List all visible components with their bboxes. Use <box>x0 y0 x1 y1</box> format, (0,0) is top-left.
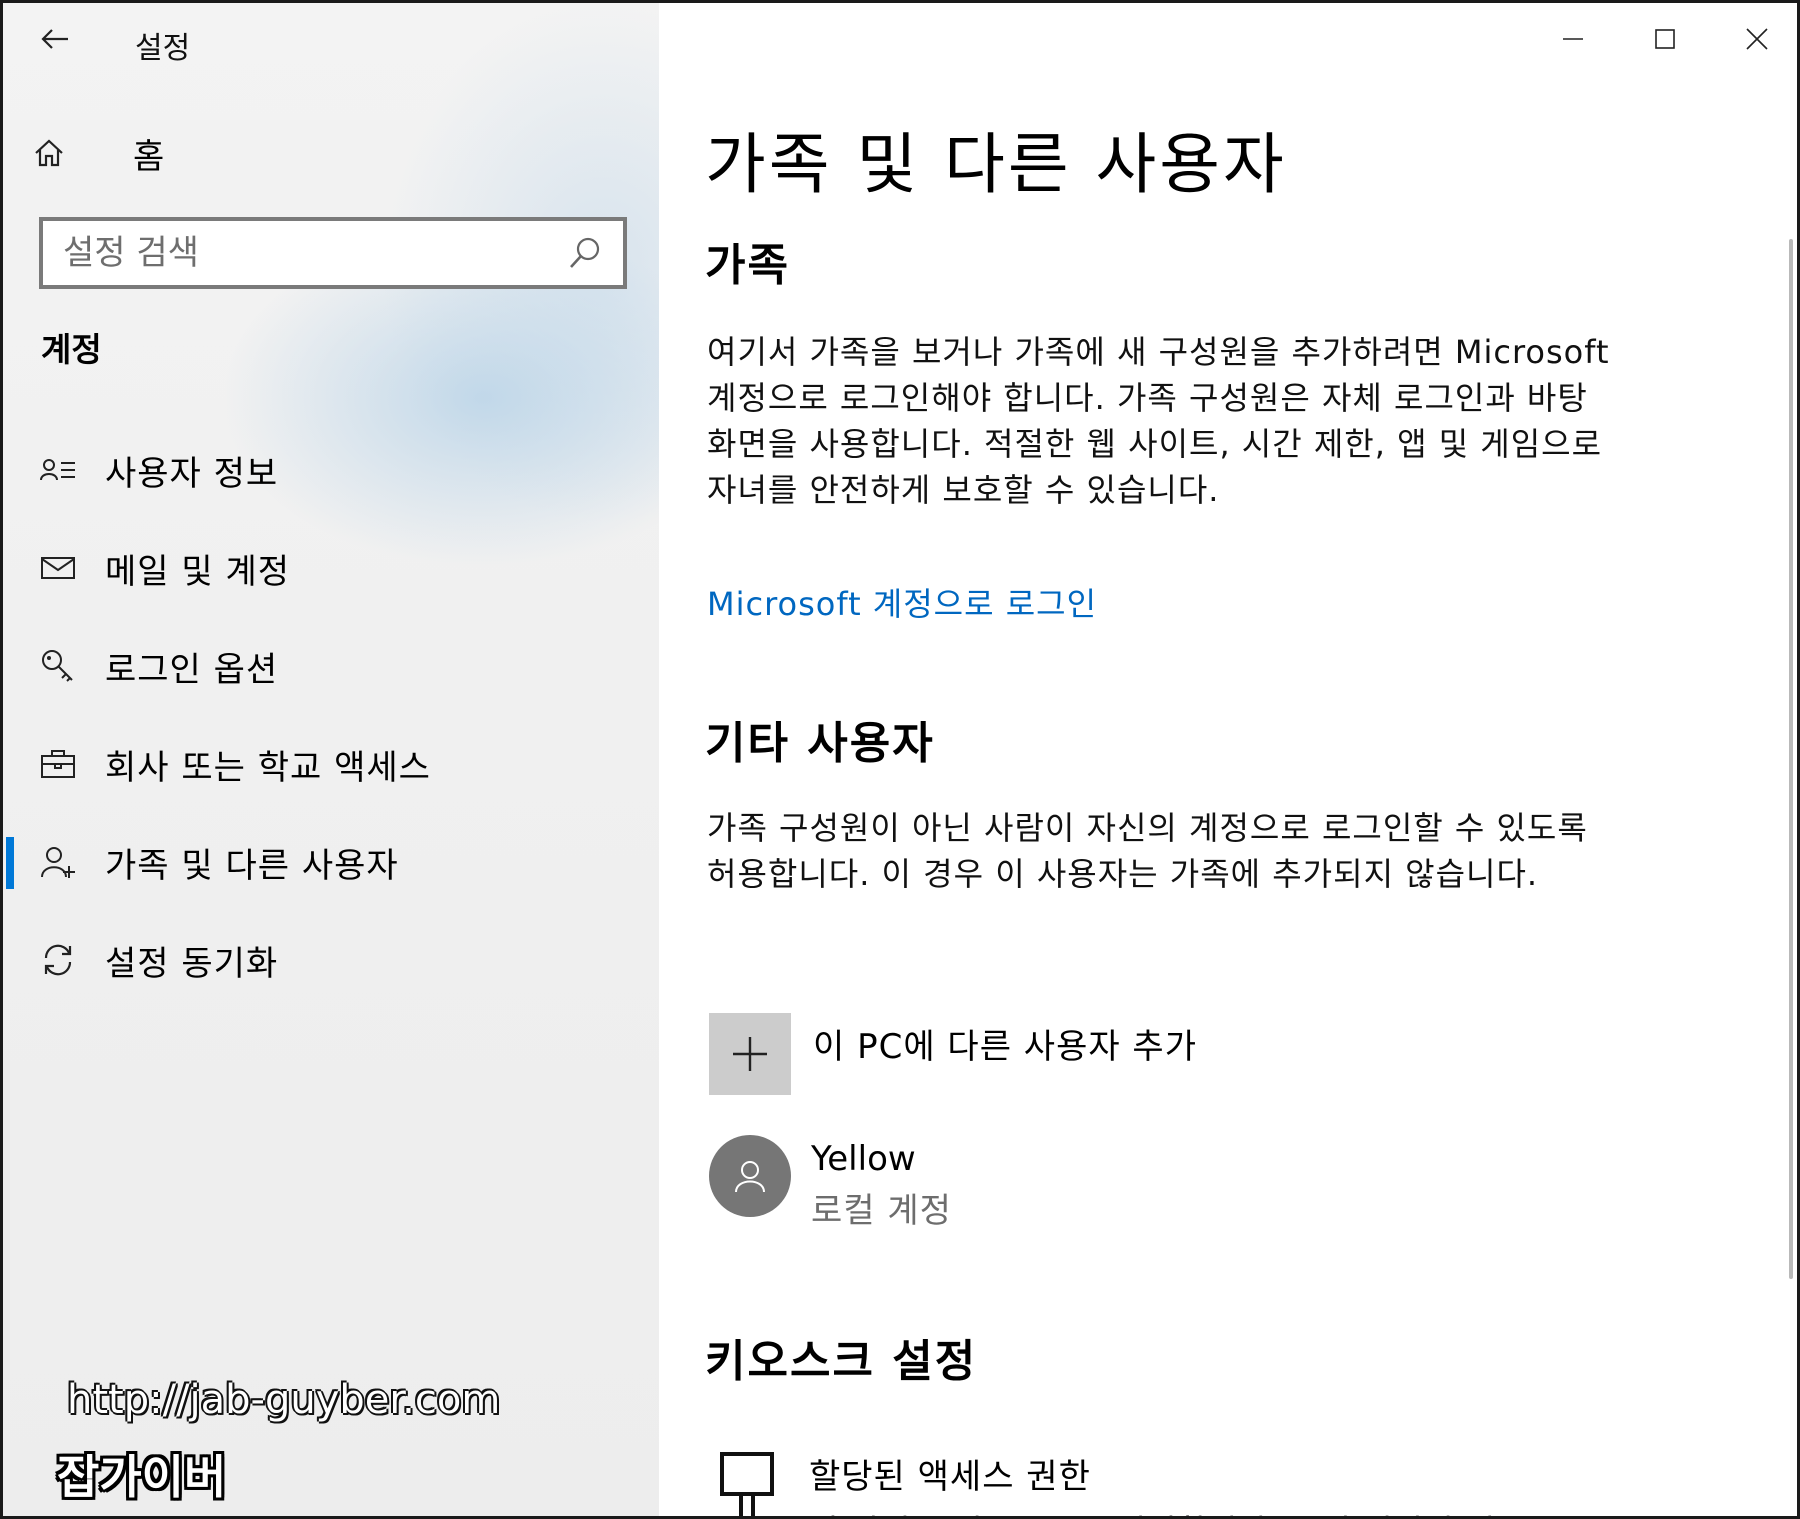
watermark-url: http://jab-guyber.com <box>67 1377 501 1423</box>
kiosk-text: 할당된 액세스 권한 이 장치를 키오스크로 설정합니다. 특히 디지털 서 <box>809 1449 1496 1516</box>
sidebar-item-sync-settings[interactable]: 설정 동기화 <box>3 911 659 1009</box>
microsoft-sign-in-link[interactable]: Microsoft 계정으로 로그인 <box>707 579 1097 625</box>
sidebar-item-user-info[interactable]: 사용자 정보 <box>3 421 659 519</box>
kiosk-description: 이 장치를 키오스크로 설정합니다. 특히 디지털 서 <box>809 1506 1496 1516</box>
sidebar: 설정 홈 계정 <box>3 3 659 1516</box>
add-person-icon <box>39 843 77 881</box>
user-entry-yellow[interactable]: Yellow 로컬 계정 <box>709 1135 952 1232</box>
search-input[interactable] <box>63 233 567 273</box>
user-account-type: 로컬 계정 <box>811 1191 952 1231</box>
minimize-button[interactable] <box>1527 3 1619 75</box>
sidebar-nav: 사용자 정보 메일 및 계정 로그인 옵션 회사 또는 학교 액세스 가족 및 … <box>3 421 659 1009</box>
person-icon <box>735 1161 765 1193</box>
window-controls <box>1527 3 1797 75</box>
family-heading: 가족 <box>705 240 790 291</box>
back-arrow-icon <box>41 29 68 49</box>
user-text: Yellow 로컬 계정 <box>811 1139 952 1232</box>
maximize-icon <box>1655 29 1675 49</box>
add-tile <box>709 1013 791 1095</box>
main-content: 가족 및 다른 사용자 가족 여기서 가족을 보거나 가족에 새 구성원을 추가… <box>659 3 1797 1516</box>
avatar <box>709 1135 791 1217</box>
minimize-icon <box>1563 38 1583 40</box>
key-icon <box>39 647 77 685</box>
sidebar-item-family-other-users[interactable]: 가족 및 다른 사용자 <box>3 813 659 911</box>
kiosk-title: 할당된 액세스 권한 <box>809 1457 1091 1497</box>
sync-icon <box>39 941 77 979</box>
search-icon[interactable] <box>567 235 603 271</box>
home-icon <box>33 133 81 173</box>
other-users-heading: 기타 사용자 <box>705 718 935 769</box>
settings-window: 설정 홈 계정 <box>0 0 1800 1519</box>
maximize-button[interactable] <box>1619 3 1711 75</box>
page-title: 가족 및 다른 사용자 <box>705 126 1287 203</box>
mail-icon <box>39 549 77 587</box>
kiosk-icon <box>720 1452 774 1516</box>
sidebar-item-label: 메일 및 계정 <box>105 551 291 592</box>
home-label: 홈 <box>133 136 165 177</box>
sidebar-item-label: 로그인 옵션 <box>105 649 279 690</box>
search-box[interactable] <box>39 217 627 289</box>
section-header-accounts: 계정 <box>41 330 102 369</box>
sidebar-item-work-school[interactable]: 회사 또는 학교 액세스 <box>3 715 659 813</box>
family-description: 여기서 가족을 보거나 가족에 새 구성원을 추가하려면 Microsoft 계… <box>707 333 1610 509</box>
watermark-brand: 잡가이버 <box>57 1450 227 1504</box>
plus-icon <box>733 1037 767 1071</box>
sidebar-item-label: 가족 및 다른 사용자 <box>105 845 399 886</box>
app-title: 설정 <box>135 31 191 66</box>
user-name: Yellow <box>811 1139 916 1179</box>
add-user-label: 이 PC에 다른 사용자 추가 <box>813 1027 1197 1067</box>
sidebar-item-label: 사용자 정보 <box>105 453 279 494</box>
sidebar-item-label: 설정 동기화 <box>105 943 279 984</box>
user-info-icon <box>39 451 77 489</box>
back-button[interactable] <box>33 21 77 57</box>
sidebar-item-home[interactable]: 홈 <box>33 127 593 179</box>
add-other-user-button[interactable]: 이 PC에 다른 사용자 추가 <box>709 1013 1197 1095</box>
close-icon <box>1746 28 1768 50</box>
assigned-access-item[interactable]: 할당된 액세스 권한 이 장치를 키오스크로 설정합니다. 특히 디지털 서 <box>719 1449 1496 1516</box>
sidebar-item-email-accounts[interactable]: 메일 및 계정 <box>3 519 659 617</box>
other-users-description: 가족 구성원이 아닌 사람이 자신의 계정으로 로그인할 수 있도록 허용합니다… <box>707 809 1588 893</box>
scrollbar[interactable] <box>1789 239 1793 1279</box>
close-button[interactable] <box>1711 3 1797 75</box>
sidebar-item-sign-in-options[interactable]: 로그인 옵션 <box>3 617 659 715</box>
sidebar-item-label: 회사 또는 학교 액세스 <box>105 747 431 788</box>
kiosk-heading: 키오스크 설정 <box>705 1336 978 1387</box>
briefcase-icon <box>39 745 77 783</box>
